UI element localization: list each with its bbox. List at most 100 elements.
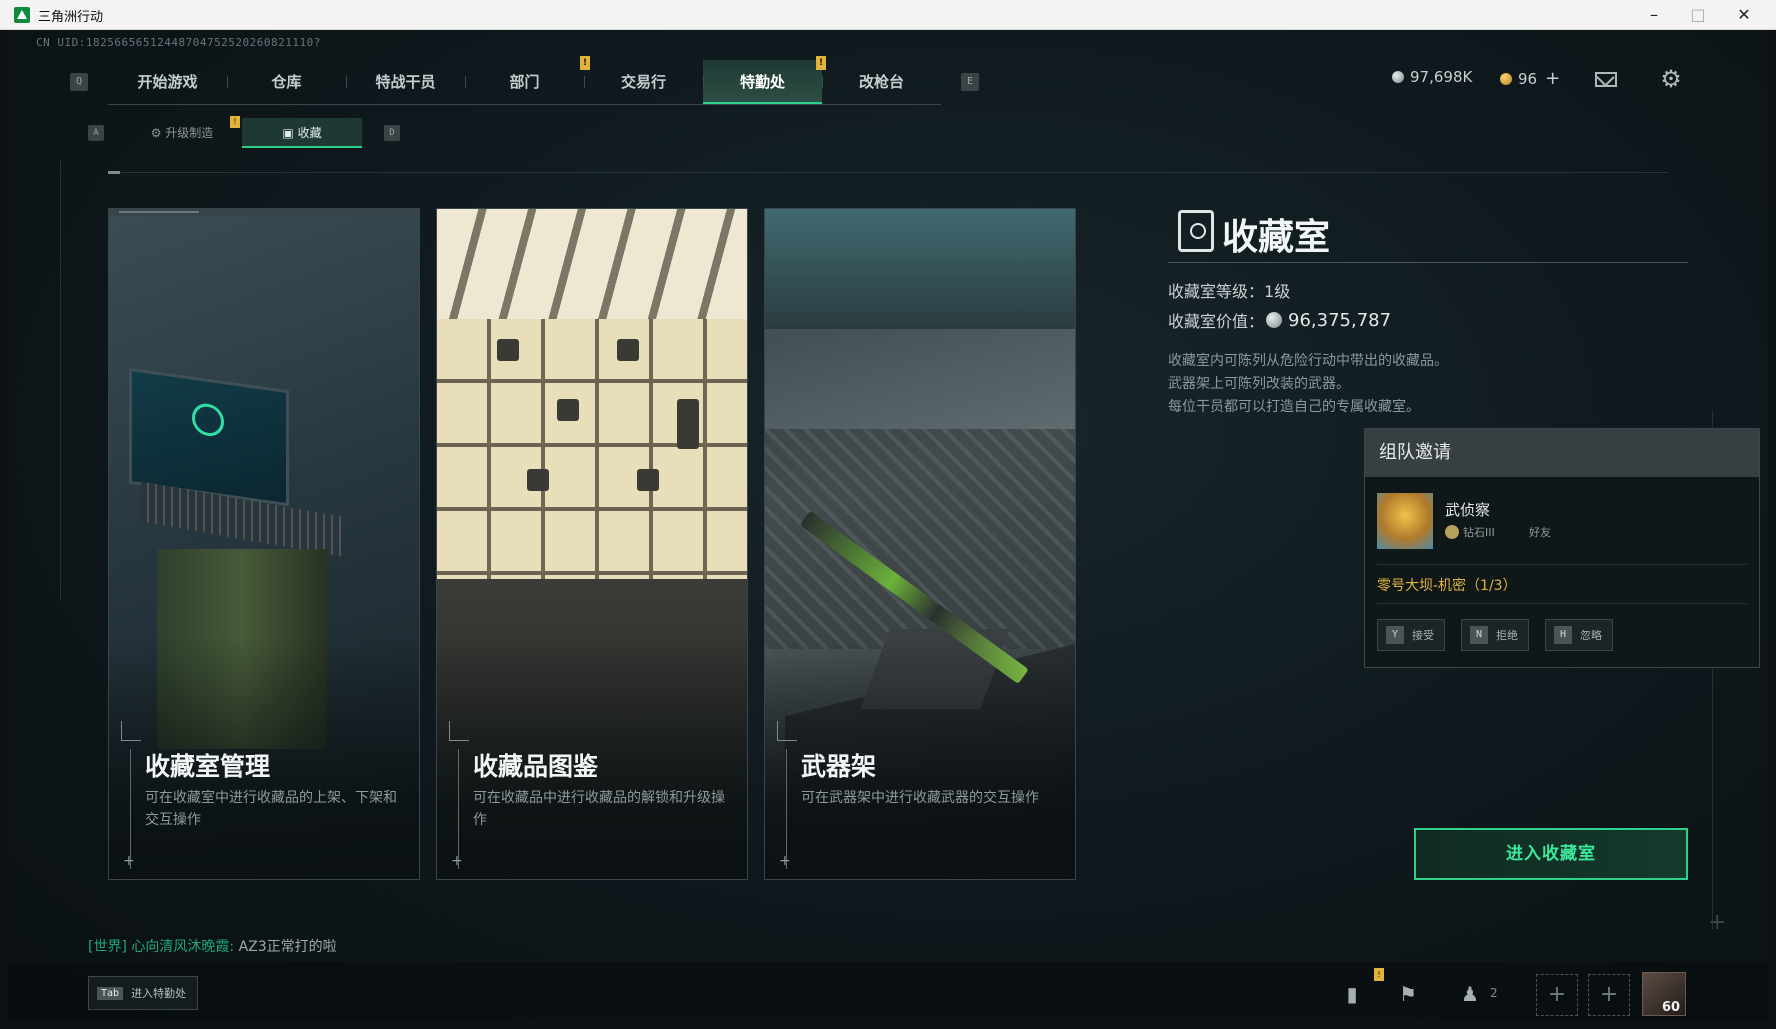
gear-icon[interactable]: ⚙ bbox=[1658, 66, 1684, 92]
minimize-button[interactable]: – bbox=[1632, 0, 1676, 30]
wrench-icon: ⚙ bbox=[150, 126, 166, 140]
player-level: 60 bbox=[1662, 1000, 1681, 1015]
divider bbox=[1377, 564, 1747, 565]
enter-collection-room-button[interactable]: 进入收藏室 bbox=[1414, 828, 1688, 880]
button-label: 忽略 bbox=[1580, 629, 1602, 642]
collectible-item bbox=[677, 399, 699, 449]
description-line: 每位干员都可以打造自己的专属收藏室。 bbox=[1168, 399, 1420, 415]
key-hint: Y bbox=[1386, 626, 1404, 644]
description-line: 武器架上可陈列改装的武器。 bbox=[1168, 376, 1350, 392]
friends-icon[interactable]: ♟ bbox=[1456, 980, 1484, 1008]
plus-icon: + bbox=[123, 853, 135, 869]
invite-header: 组队邀请 bbox=[1365, 429, 1759, 477]
room-value-label: 收藏室价值： bbox=[1168, 312, 1265, 331]
corner-bracket bbox=[777, 721, 797, 741]
key-hint: N bbox=[1470, 626, 1488, 644]
room-level-value: 1级 bbox=[1264, 282, 1291, 301]
key-hint: Tab bbox=[97, 986, 124, 1000]
window-background-image bbox=[765, 209, 1075, 329]
team-slot-add-button[interactable]: + bbox=[1588, 974, 1630, 1016]
tab-label: 部门 bbox=[509, 72, 540, 91]
chat-text: AZ3正常打的啦 bbox=[238, 939, 337, 955]
card-weapon-rack[interactable]: + 武器架 可在武器架中进行收藏武器的交互操作 bbox=[764, 208, 1076, 880]
tab-gunsmith[interactable]: 改枪台 bbox=[822, 60, 941, 104]
gold-currency[interactable]: 96 + bbox=[1500, 68, 1560, 89]
ignore-button[interactable]: H 忽略 bbox=[1545, 619, 1613, 651]
subnav-next-key-hint: D bbox=[384, 125, 400, 141]
corner-bracket bbox=[449, 721, 469, 741]
card-guide-line bbox=[458, 749, 459, 869]
card-guide-line bbox=[130, 749, 131, 869]
subnav-prev-key-hint: A bbox=[88, 125, 104, 141]
sub-nav: A ⚙ 升级制造 ! ▣ 收藏 D bbox=[88, 116, 400, 148]
subtab-upgrade[interactable]: ⚙ 升级制造 ! bbox=[122, 116, 242, 148]
decor-plus: + bbox=[1708, 910, 1727, 935]
page-title: 收藏室 bbox=[1222, 217, 1331, 258]
card-title: 武器架 bbox=[801, 752, 877, 781]
avatar[interactable] bbox=[1377, 493, 1433, 549]
window-title: 三角洲行动 bbox=[38, 10, 104, 25]
silver-currency: 97,698K bbox=[1392, 68, 1472, 86]
room-level: 收藏室等级：1级 bbox=[1168, 278, 1290, 302]
chat-message[interactable]: [世界] 心向清风沐晚霞: AZ3正常打的啦 bbox=[88, 936, 337, 956]
card-header-strip bbox=[109, 209, 419, 216]
team-slot-add-button[interactable]: + bbox=[1536, 974, 1578, 1016]
reject-button[interactable]: N 拒绝 bbox=[1461, 619, 1529, 651]
divider bbox=[1377, 603, 1747, 604]
flag-icon[interactable]: ⚑ bbox=[1394, 980, 1422, 1008]
friend-count: 2 bbox=[1490, 986, 1498, 1000]
tab-label: 交易行 bbox=[620, 72, 666, 91]
accept-button[interactable]: Y 接受 bbox=[1377, 619, 1445, 651]
collectible-item bbox=[557, 399, 579, 421]
gold-coin-icon bbox=[1500, 72, 1512, 85]
button-label: 进入特勤处 bbox=[131, 987, 187, 1000]
collection-icon: ▣ bbox=[282, 126, 298, 140]
card-title: 收藏室管理 bbox=[145, 752, 271, 781]
bar-chart-icon[interactable]: ▮ bbox=[1338, 980, 1366, 1008]
close-button[interactable]: ✕ bbox=[1722, 0, 1766, 30]
key-hint: H bbox=[1554, 626, 1572, 644]
card-description: 可在武器架中进行收藏武器的交互操作 bbox=[801, 790, 1039, 806]
mesh-floor-image bbox=[765, 429, 1075, 649]
tab-label: 特战干员 bbox=[375, 72, 436, 91]
tab-department[interactable]: 部门! bbox=[465, 55, 590, 104]
team-invite-popup: 组队邀请 武侦察 钻石III 好友 零号大坝-机密（1/3） Y 接受 N 拒绝 H… bbox=[1364, 428, 1760, 668]
room-level-label: 收藏室等级： bbox=[1168, 282, 1265, 301]
terminal-logo-icon bbox=[192, 401, 224, 439]
card-collection-room-management[interactable]: + 收藏室管理 可在收藏室中进行收藏品的上架、下架和交互操作 bbox=[108, 208, 420, 880]
subtab-collection[interactable]: ▣ 收藏 bbox=[242, 118, 362, 148]
tab-operators[interactable]: 特战干员 bbox=[346, 60, 465, 104]
tab-trading[interactable]: 交易行 bbox=[584, 60, 703, 104]
tab-label: 特勤处 bbox=[739, 72, 785, 91]
mail-icon[interactable] bbox=[1595, 72, 1617, 87]
description-line: 收藏室内可陈列从危险行动中带出的收藏品。 bbox=[1168, 353, 1448, 369]
collectible-item bbox=[527, 469, 549, 491]
enter-special-ops-button[interactable]: Tab 进入特勤处 bbox=[88, 976, 198, 1010]
plus-icon: + bbox=[779, 853, 791, 869]
card-collection-catalog[interactable]: + 收藏品图鉴 可在收藏品中进行收藏品的解锁和升级操作 bbox=[436, 208, 748, 880]
collection-room-icon bbox=[1178, 210, 1214, 252]
room-value-number: 96,375,787 bbox=[1288, 309, 1392, 331]
invite-mode: 零号大坝-机密（1/3） bbox=[1377, 578, 1517, 594]
tab-warehouse[interactable]: 仓库 bbox=[227, 60, 346, 104]
collectible-item bbox=[497, 339, 519, 361]
button-label: 拒绝 bbox=[1496, 629, 1518, 642]
plus-icon: + bbox=[451, 853, 463, 869]
tab-start-game[interactable]: 开始游戏 bbox=[108, 60, 227, 104]
silver-coin-icon bbox=[1266, 312, 1283, 328]
silver-coin-icon bbox=[1392, 71, 1404, 83]
divider bbox=[1168, 262, 1688, 263]
maximize-button[interactable]: □ bbox=[1676, 0, 1720, 30]
ceiling-lights-image bbox=[437, 209, 747, 319]
add-currency-button[interactable]: + bbox=[1545, 68, 1560, 89]
app-logo-icon bbox=[14, 7, 30, 23]
tab-label: 仓库 bbox=[271, 72, 302, 91]
tab-label: 开始游戏 bbox=[137, 72, 198, 91]
tab-special-ops[interactable]: 特勤处! bbox=[703, 55, 826, 104]
stats-alert-badge: ! bbox=[1374, 968, 1384, 981]
window-titlebar: 三角洲行动 – □ ✕ bbox=[0, 0, 1776, 30]
tab-label: 改枪台 bbox=[858, 72, 904, 91]
inviter-rank: 钻石III bbox=[1463, 526, 1495, 539]
display-shelves-image bbox=[437, 319, 747, 579]
collectible-item bbox=[637, 469, 659, 491]
